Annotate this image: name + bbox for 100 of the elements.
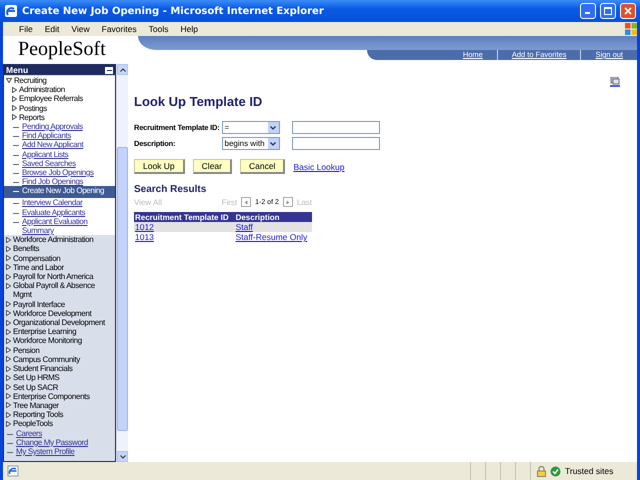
menu-folder[interactable]: Student Financials [13,364,73,374]
expand-triangle-icon[interactable] [6,402,11,408]
menu-bar-item[interactable]: Favorites [96,24,143,34]
menu-bar-item[interactable]: File [13,24,39,34]
expand-triangle-icon[interactable] [6,282,11,289]
window-title: Create New Job Opening - Microsoft Internet Explorer [22,6,325,16]
menu-folder[interactable]: Postings [19,104,47,113]
expand-triangle-icon[interactable] [6,328,11,335]
menu-link[interactable]: Careers [4,428,116,438]
expand-triangle-icon[interactable] [6,384,11,390]
input-field[interactable] [292,137,380,150]
menu-title: Menu [6,65,28,75]
expand-triangle-icon[interactable] [6,412,11,418]
menu-folder[interactable]: Employee Referrals [19,94,83,104]
basic-lookup-link[interactable]: Basic Lookup [293,162,344,172]
minimize-button[interactable] [580,3,596,19]
expand-triangle-icon[interactable] [6,264,11,270]
menu-folder[interactable]: Organizational Development [13,318,105,328]
page-icon [7,465,19,477]
expand-triangle-icon[interactable] [6,347,11,354]
section-title: Search Results [134,184,208,195]
operator-dropdown[interactable]: = [222,121,280,134]
menu-link[interactable]: Saved Searches [4,158,116,168]
menu-folder[interactable]: Pension [13,346,40,355]
expand-triangle-icon[interactable] [6,393,11,400]
help-icon[interactable] [609,77,621,88]
menu-link[interactable]: My System Profile [4,446,116,456]
menu-link[interactable]: Change My Password [4,438,116,447]
menu-link[interactable]: Applicant Evaluation Summary [4,216,116,236]
menu-link[interactable]: Create New Job Opening [4,186,116,198]
menu-folder[interactable]: Compensation [13,254,60,263]
menu-folder[interactable]: Recruiting [14,76,47,86]
expand-triangle-icon[interactable] [6,338,11,344]
menu-link[interactable]: Browse Job Openings [4,168,116,178]
previous-icon[interactable] [241,197,252,207]
input-field[interactable] [292,121,380,134]
menu-link[interactable]: Evaluate Applicants [4,208,116,217]
menu-folder[interactable]: Reports [19,112,45,122]
menu-bar-item[interactable]: Help [174,24,204,34]
expand-triangle-icon[interactable] [6,274,11,280]
page-title: Look Up Template ID [134,94,264,109]
expand-triangle-icon[interactable] [6,366,11,372]
menu-folder[interactable]: Workforce Development [13,308,92,318]
result-link[interactable]: 1012 [135,222,154,232]
expand-triangle-icon[interactable] [6,356,11,362]
menu-folder[interactable]: Campus Community [13,354,80,364]
menu-link[interactable]: Find Applicants [4,131,116,140]
expand-triangle-icon[interactable] [6,420,11,427]
expand-triangle-icon[interactable] [6,255,11,262]
menu-link[interactable]: Pending Approvals [4,122,116,132]
menu-folder[interactable]: Payroll Interface [13,300,65,309]
expand-triangle-icon[interactable] [12,114,17,120]
expand-triangle-icon[interactable] [6,301,11,308]
menu-link[interactable]: Add New Applicant [4,140,116,150]
maximize-button[interactable] [600,3,616,19]
menu-folder[interactable]: Tree Manager [13,400,59,410]
menu-link[interactable]: Interview Calendar [4,198,116,208]
menu-bar-item[interactable]: View [65,24,96,34]
menu-folder[interactable]: Workforce Administration [13,235,94,244]
menu-bar-item[interactable]: Tools [142,24,174,34]
menu-folder[interactable]: PeopleTools [13,419,53,429]
action-button[interactable]: Clear [192,159,232,174]
menu-folder[interactable]: Payroll for North America [13,272,94,282]
collapse-triangle-icon[interactable] [6,78,12,82]
menu-folder[interactable]: Set Up SACR [13,382,58,392]
column-header: Description [234,212,312,222]
next-icon[interactable] [282,197,293,207]
expand-triangle-icon[interactable] [6,374,11,381]
expand-triangle-icon[interactable] [12,96,17,102]
menu-folder[interactable]: Global Payroll & Absence Mgmt [13,281,116,300]
menu-bar-item[interactable]: Edit [38,24,66,34]
expand-triangle-icon[interactable] [6,236,11,243]
windows-flag-icon [625,23,637,35]
scroll-thumb[interactable] [117,147,128,431]
menu-folder[interactable]: Set Up HRMS [13,373,60,382]
menu-folder[interactable]: Administration [19,85,65,94]
action-button[interactable]: Look Up [134,159,185,174]
scroll-down-icon[interactable] [117,451,128,462]
result-link[interactable]: 1013 [135,232,154,242]
expand-triangle-icon[interactable] [6,310,11,316]
security-zone: Trusted sites [565,466,614,476]
expand-triangle-icon[interactable] [6,246,11,252]
action-button[interactable]: Cancel [240,159,286,174]
scrollbar[interactable] [116,64,128,462]
menu-link[interactable]: Find Job Openings [4,177,116,186]
menu-folder[interactable]: Workforce Monitoring [13,336,82,346]
expand-triangle-icon[interactable] [6,320,11,326]
close-button[interactable] [620,3,636,19]
menu-folder[interactable]: Enterprise Components [13,392,90,401]
expand-triangle-icon[interactable] [12,86,17,93]
operator-dropdown[interactable]: begins with [222,137,280,150]
menu-link[interactable]: Applicant Lists [4,150,116,159]
menu-folder[interactable]: Time and Labor [13,262,64,272]
menu-folder[interactable]: Reporting Tools [13,410,64,420]
result-link[interactable]: Staff-Resume Only [236,232,308,242]
menu-folder[interactable]: Enterprise Learning [13,327,76,336]
scroll-up-icon[interactable] [117,64,128,75]
menu-folder[interactable]: Benefits [13,244,40,254]
expand-triangle-icon[interactable] [12,105,17,112]
minimize-icon[interactable] [105,66,114,74]
